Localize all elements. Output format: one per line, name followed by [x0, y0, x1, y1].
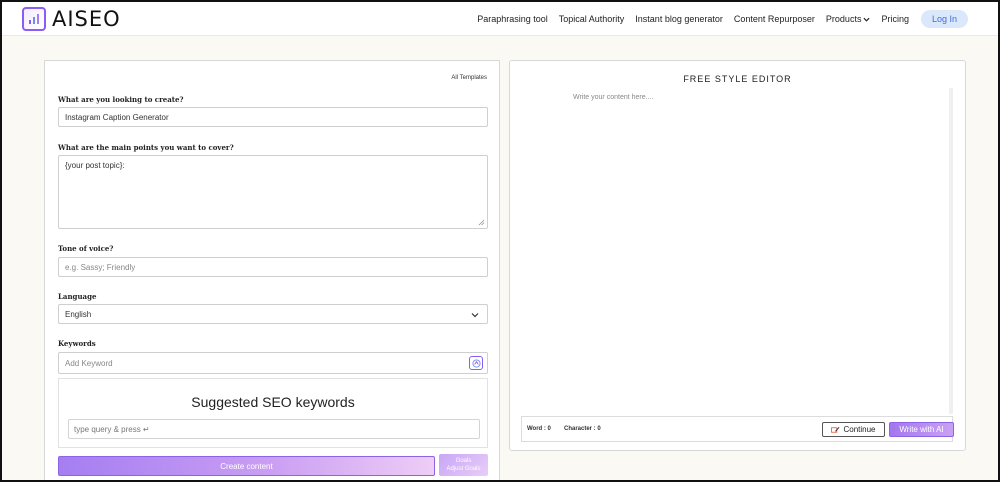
language-select-value: English — [65, 309, 92, 319]
create-field-label: What are you looking to create? — [58, 95, 184, 104]
seo-query-input[interactable]: type query & press ↵ — [68, 419, 480, 439]
top-navbar: AISEO Paraphrasing tool Topical Authorit… — [2, 2, 998, 36]
nav-paraphrasing-tool[interactable]: Paraphrasing tool — [477, 14, 548, 24]
keyword-input[interactable]: Add Keyword — [58, 352, 488, 374]
adjust-goals-label: Adjust Goals — [446, 466, 481, 472]
seo-keywords-title: Suggested SEO keywords — [191, 394, 355, 410]
continue-pen-icon — [831, 426, 840, 433]
main-nav: Paraphrasing tool Topical Authority Inst… — [466, 2, 968, 36]
points-textarea-value: {your post topic}: — [65, 161, 125, 170]
goals-label: Goals — [455, 458, 472, 464]
keyword-input-placeholder: Add Keyword — [65, 358, 113, 368]
editor-footer: Word : 0 Character : 0 Continue Write wi… — [521, 416, 954, 442]
create-content-button[interactable]: Create content — [58, 456, 435, 476]
chevron-down-icon — [863, 17, 870, 22]
editor-content-area[interactable]: Write your content here.... — [573, 94, 653, 101]
tone-field-label: Tone of voice? — [58, 244, 114, 253]
nav-topical-authority[interactable]: Topical Authority — [559, 14, 625, 24]
tone-input[interactable]: e.g. Sassy; Friendly — [58, 257, 488, 277]
create-input[interactable]: Instagram Caption Generator — [58, 107, 488, 127]
keywords-field-label: Keywords — [58, 339, 96, 348]
login-button[interactable]: Log In — [920, 10, 968, 28]
editor-title: FREE STYLE EDITOR — [683, 74, 792, 84]
points-textarea[interactable]: {your post topic}: — [58, 155, 488, 229]
nav-instant-blog-generator[interactable]: Instant blog generator — [635, 14, 723, 24]
resize-grip-icon[interactable] — [478, 219, 485, 226]
seo-keywords-box: Suggested SEO keywords type query & pres… — [58, 378, 488, 448]
logo-text: AISEO — [52, 7, 121, 31]
seo-query-placeholder: type query & press ↵ — [74, 424, 150, 434]
logo-chart-icon — [22, 7, 46, 31]
logo[interactable]: AISEO — [22, 7, 121, 31]
all-templates-link[interactable]: All Templates — [451, 75, 487, 81]
nav-products-label: Products — [825, 14, 862, 24]
points-field-label: What are the main points you want to cov… — [58, 143, 234, 152]
continue-label: Continue — [843, 425, 876, 434]
editor-scrollbar[interactable] — [949, 88, 953, 414]
nav-pricing[interactable]: Pricing — [881, 14, 909, 24]
continue-button[interactable]: Continue — [822, 422, 885, 437]
word-count: Word : 0 — [527, 426, 551, 432]
editor-placeholder: Write your content here.... — [573, 94, 654, 101]
write-with-ai-button[interactable]: Write with AI — [889, 422, 954, 437]
language-field-label: Language — [58, 292, 97, 301]
content-form-panel: All Templates What are you looking to cr… — [44, 60, 500, 482]
character-count: Character : 0 — [564, 426, 601, 432]
adjust-goals-button[interactable]: Goals Adjust Goals — [439, 454, 488, 476]
ai-keyword-icon[interactable] — [469, 356, 483, 370]
free-style-editor-panel: FREE STYLE EDITOR Write your content her… — [509, 60, 966, 451]
chevron-down-icon — [471, 313, 479, 318]
nav-content-repurposer[interactable]: Content Repurposer — [734, 14, 815, 24]
language-select[interactable]: English — [58, 304, 488, 324]
create-input-value: Instagram Caption Generator — [65, 112, 169, 122]
nav-products-dropdown[interactable]: Products — [826, 14, 871, 24]
tone-input-placeholder: e.g. Sassy; Friendly — [65, 262, 136, 272]
